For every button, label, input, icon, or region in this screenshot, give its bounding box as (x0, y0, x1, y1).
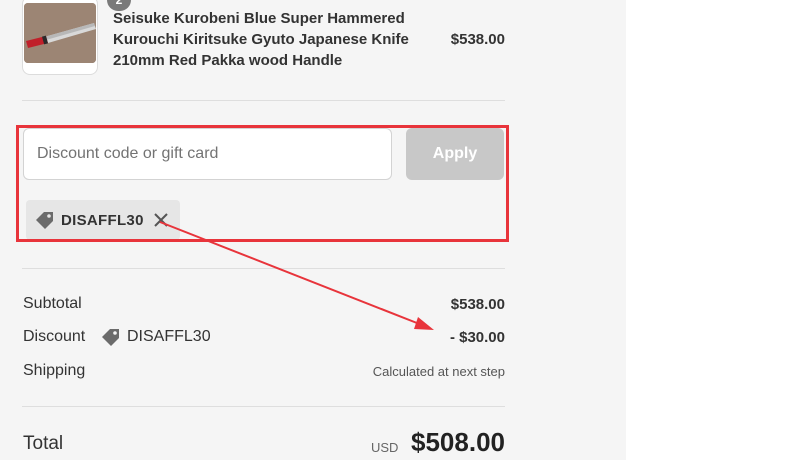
tag-icon (100, 326, 122, 348)
knife-image (24, 3, 96, 63)
shipping-value: Calculated at next step (372, 364, 505, 379)
currency-label: USD (371, 440, 399, 455)
discount-value: - $30.00 (449, 329, 505, 346)
subtotal-label: Subtotal (23, 295, 82, 312)
shipping-label: Shipping (23, 362, 86, 379)
divider (22, 100, 505, 101)
discount-label: Discount (23, 328, 86, 345)
product-name: Seisuke Kurobeni Blue Super Hammered Kur… (113, 10, 409, 69)
product-price: $538.00 (450, 31, 505, 48)
divider (22, 406, 505, 407)
divider (22, 268, 505, 269)
discount-code-text: DISAFFL30 (127, 328, 211, 345)
product-thumbnail: 2 (22, 0, 131, 75)
annotation-highlight-box (16, 125, 509, 242)
total-value: $508.00 (411, 427, 505, 457)
total-label: Total (23, 433, 64, 454)
discount-code-summary: DISAFFL30 (100, 326, 211, 348)
subtotal-value: $538.00 (450, 296, 505, 313)
